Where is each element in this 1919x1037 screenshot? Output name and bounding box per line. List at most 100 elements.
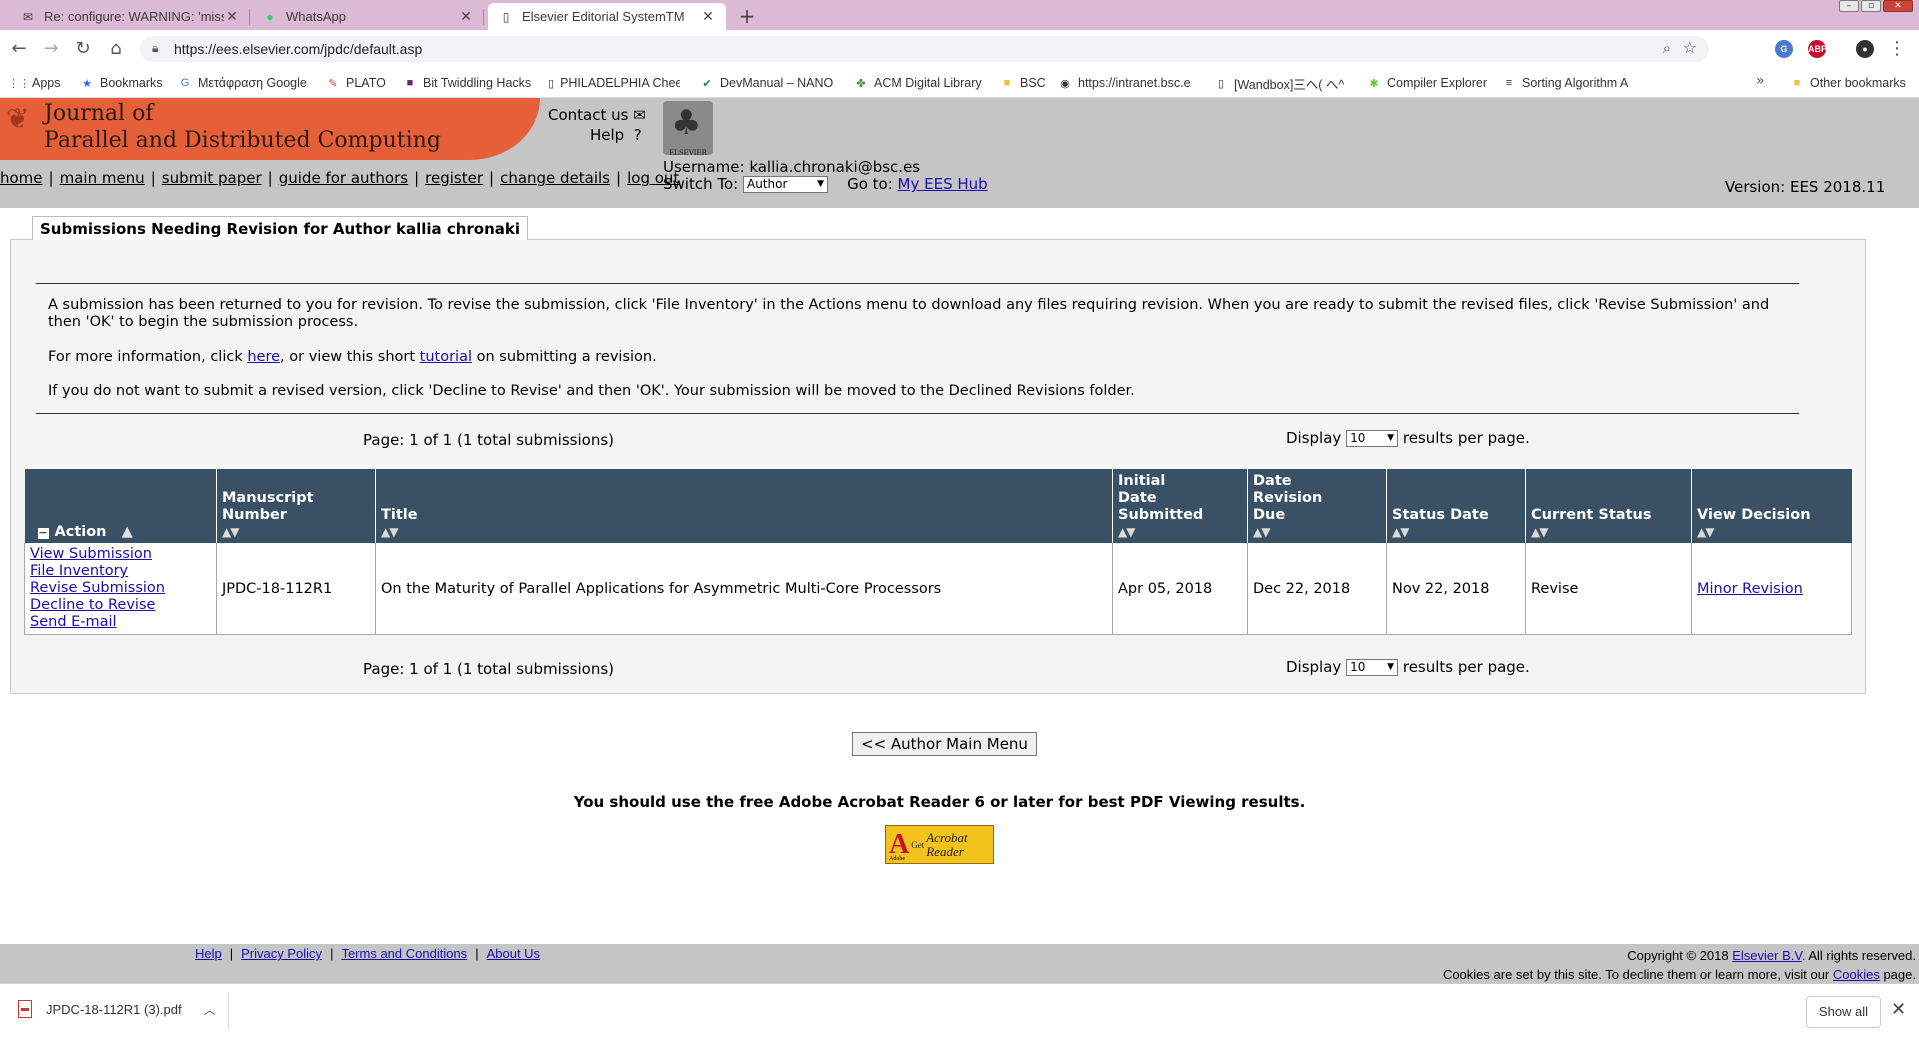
bookmark-star-icon[interactable]: ☆ [1683, 38, 1697, 57]
nav-main-menu[interactable]: main menu [60, 169, 145, 187]
download-item[interactable]: JPDC-18-112R1 (3).pdf ︿ [18, 1000, 216, 1018]
collapse-icon[interactable]: − [37, 527, 49, 539]
elsevier-logo-text: ELSEVIER [669, 149, 707, 157]
reload-icon[interactable]: ↻ [72, 38, 94, 60]
get-acrobat-reader-badge[interactable]: A Get Acrobat Reader Adobe [885, 825, 994, 864]
profile-avatar-icon[interactable]: ● [1856, 40, 1874, 58]
sort-arrows-icon[interactable]: ▲▼ [1531, 524, 1686, 541]
submissions-table: − Action ▲ Manuscript Number ▲▼ Title ▲▼ In… [24, 469, 1852, 635]
new-tab-icon[interactable]: + [735, 5, 759, 29]
minimize-icon[interactable]: – [1839, 0, 1859, 12]
elsevier-tree-icon: ♣ [671, 103, 702, 143]
sort-arrows-icon[interactable]: ▲▼ [381, 524, 1107, 541]
footer-privacy-link[interactable]: Privacy Policy [241, 946, 322, 961]
translate-extension-icon[interactable]: G [1775, 40, 1793, 58]
nav-guide-for-authors[interactable]: guide for authors [279, 169, 408, 187]
send-email-link[interactable]: Send E-mail [30, 614, 211, 631]
nav-separator: | [616, 169, 622, 187]
bookmark-plato[interactable]: ✎ PLATO [326, 73, 385, 93]
zoom-icon[interactable]: ⌕ [1663, 39, 1671, 57]
chevron-up-icon[interactable]: ︿ [204, 1001, 216, 1018]
maximize-icon[interactable]: ▫ [1861, 0, 1881, 12]
decline-to-revise-link[interactable]: Decline to Revise [30, 597, 211, 614]
bookmark-apps[interactable]: ⋮⋮ Apps [12, 73, 61, 93]
sort-asc-icon[interactable]: ▲ [122, 524, 133, 540]
footer-terms-link[interactable]: Terms and Conditions [341, 946, 467, 961]
view-submission-link[interactable]: View Submission [30, 546, 211, 563]
back-icon[interactable]: ← [8, 38, 30, 60]
bookmark-sorting[interactable]: ≡ Sorting Algorithm A [1502, 73, 1640, 93]
sort-arrows-icon[interactable]: ▲▼ [1118, 524, 1242, 541]
switch-role-select[interactable]: Author [743, 175, 828, 193]
footer-about-link[interactable]: About Us [487, 946, 540, 961]
table-row: View Submission File Inventory Revise Su… [24, 543, 1852, 635]
divider [36, 413, 1799, 414]
column-current-status[interactable]: Current Status ▲▼ [1525, 469, 1692, 543]
column-view-decision[interactable]: View Decision ▲▼ [1691, 469, 1852, 543]
bookmark-acm[interactable]: ✤ ACM Digital Library [854, 73, 981, 93]
bookmark-bit-twiddling[interactable]: ■ Bit Twiddling Hacks [403, 73, 531, 93]
home-icon[interactable]: ⌂ [105, 38, 127, 60]
elsevier-bv-link[interactable]: Elsevier B.V [1732, 948, 1802, 963]
tutorial-link[interactable]: tutorial [420, 349, 472, 365]
show-all-button[interactable]: Show all [1806, 996, 1881, 1028]
results-per-page-select[interactable]: 10 [1346, 658, 1399, 676]
tab-whatsapp[interactable]: ● WhatsApp ✕ [252, 3, 484, 30]
display-count-bottom: Display 10 results per page. [1286, 658, 1530, 676]
author-main-menu-button[interactable]: << Author Main Menu [852, 732, 1037, 756]
bookmark-wandbox[interactable]: ▯ [Wandbox]三へ( へ^ [1214, 73, 1354, 93]
sort-arrows-icon[interactable]: ▲▼ [1697, 524, 1847, 541]
close-tab-icon[interactable]: ✕ [458, 8, 474, 25]
column-revision-due[interactable]: Date Revision Due ▲▼ [1247, 469, 1387, 543]
bookmark-other[interactable]: ■ Other bookmarks [1790, 73, 1906, 93]
sort-arrows-icon[interactable]: ▲▼ [222, 524, 370, 541]
nav-change-details[interactable]: change details [500, 169, 610, 187]
sort-arrows-icon[interactable]: ▲▼ [1392, 524, 1520, 541]
bookmark-devmanual[interactable]: ✔ DevManual – NANO [700, 73, 838, 93]
forward-icon[interactable]: → [40, 38, 62, 60]
cookies-link[interactable]: Cookies [1833, 967, 1880, 982]
address-bar[interactable]: 🔒︎ https://ees.elsevier.com/jpdc/default… [140, 36, 1709, 62]
bookmark-compiler-explorer[interactable]: ✱ Compiler Explorer [1367, 73, 1487, 93]
menu-kebab-icon[interactable]: ⋮ [1886, 38, 1908, 60]
column-action[interactable]: − Action ▲ [24, 469, 217, 543]
tab-elsevier[interactable]: ▯ Elsevier Editorial SystemTM ✕ [488, 3, 726, 30]
close-tab-icon[interactable]: ✕ [700, 8, 716, 25]
more-bookmarks-chevron-icon[interactable]: » [1756, 73, 1765, 89]
bookmark-philadelphia[interactable]: ▯ PHILADELPHIA Chee [548, 73, 680, 93]
contact-us-link[interactable]: Contact us ✉ [548, 106, 646, 124]
journal-title: Journal of Parallel and Distributed Comp… [44, 100, 441, 154]
file-inventory-link[interactable]: File Inventory [30, 563, 211, 580]
column-initial-date[interactable]: Initial Date Submitted ▲▼ [1112, 469, 1248, 543]
bookmark-intranet[interactable]: ◉ https://intranet.bsc.e [1058, 73, 1195, 93]
results-per-page-select[interactable]: 10 [1346, 429, 1399, 447]
column-status-date[interactable]: Status Date ▲▼ [1386, 469, 1526, 543]
help-link[interactable]: Help ? [590, 126, 642, 144]
column-manuscript-number[interactable]: Manuscript Number ▲▼ [216, 469, 376, 543]
tab-mail[interactable]: ✉ Re: configure: WARNING: 'missin ✕ [10, 3, 250, 30]
my-ees-hub-link[interactable]: My EES Hub [898, 175, 988, 193]
adblock-extension-icon[interactable]: ABP [1808, 40, 1827, 58]
footer-help-link[interactable]: Help [195, 946, 222, 961]
sort-arrows-icon[interactable]: ▲▼ [1253, 524, 1381, 541]
nav-submit-paper[interactable]: submit paper [162, 169, 262, 187]
bookmark-bsc[interactable]: ■ BSC [1000, 73, 1046, 93]
journal-banner[interactable]: ❦ Journal of Parallel and Distributed Co… [0, 98, 540, 160]
journal-title-line1: Journal of [44, 101, 154, 126]
bookmark-bookmarks[interactable]: ★ Bookmarks [80, 73, 162, 93]
globe-icon: ◉ [1060, 77, 1070, 90]
minor-revision-link[interactable]: Minor Revision [1697, 581, 1803, 597]
nav-log-out[interactable]: log out [627, 169, 679, 187]
here-link[interactable]: here [247, 349, 280, 365]
bookmark-google-translate[interactable]: G Μετάφραση Google [178, 73, 307, 93]
close-window-icon[interactable]: ✕ [1883, 0, 1913, 12]
close-icon[interactable]: ✕ [1891, 999, 1906, 1020]
more-info-text: For more information, click here, or vie… [48, 349, 1788, 366]
nav-register[interactable]: register [425, 169, 483, 187]
revise-submission-link[interactable]: Revise Submission [30, 580, 211, 597]
column-title[interactable]: Title ▲▼ [375, 469, 1113, 543]
page-icon: ▯ [502, 9, 510, 24]
bookmark-label: PHILADELPHIA Chee [560, 76, 680, 90]
nav-home[interactable]: home [0, 169, 43, 187]
close-tab-icon[interactable]: ✕ [224, 8, 240, 25]
